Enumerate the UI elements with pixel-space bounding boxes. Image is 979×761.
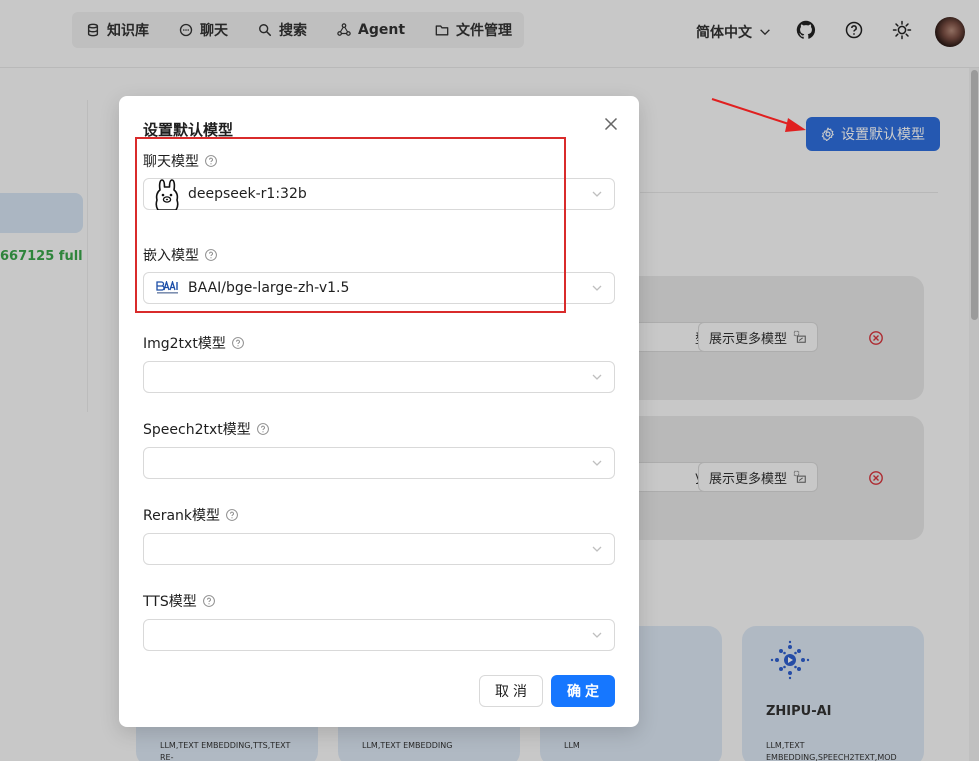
chevron-down-icon	[592, 374, 602, 380]
close-icon	[604, 117, 618, 131]
rerank-model-select[interactable]	[143, 533, 615, 565]
speech2txt-model-label: Speech2txt模型	[143, 419, 270, 439]
confirm-button[interactable]: 确定	[551, 675, 615, 707]
field-label-text: Speech2txt模型	[143, 422, 251, 438]
cancel-button[interactable]: 取消	[479, 675, 543, 707]
img2txt-model-select[interactable]	[143, 361, 615, 393]
close-button[interactable]	[601, 114, 621, 134]
help-circle-icon[interactable]	[231, 336, 245, 350]
field-label-text: TTS模型	[143, 594, 197, 610]
speech2txt-model-select[interactable]	[143, 447, 615, 479]
chevron-down-icon	[592, 546, 602, 552]
rerank-model-label: Rerank模型	[143, 505, 239, 525]
tts-model-select[interactable]	[143, 619, 615, 651]
help-circle-icon[interactable]	[202, 594, 216, 608]
tts-model-label: TTS模型	[143, 591, 216, 611]
help-circle-icon[interactable]	[225, 508, 239, 522]
help-circle-icon[interactable]	[256, 422, 270, 436]
field-label-text: Img2txt模型	[143, 336, 226, 352]
chevron-down-icon	[592, 460, 602, 466]
img2txt-model-label: Img2txt模型	[143, 333, 245, 353]
annotation-highlight-box	[135, 137, 566, 313]
chevron-down-icon	[592, 285, 602, 291]
chevron-down-icon	[592, 632, 602, 638]
field-label-text: Rerank模型	[143, 508, 221, 524]
chevron-down-icon	[592, 191, 602, 197]
